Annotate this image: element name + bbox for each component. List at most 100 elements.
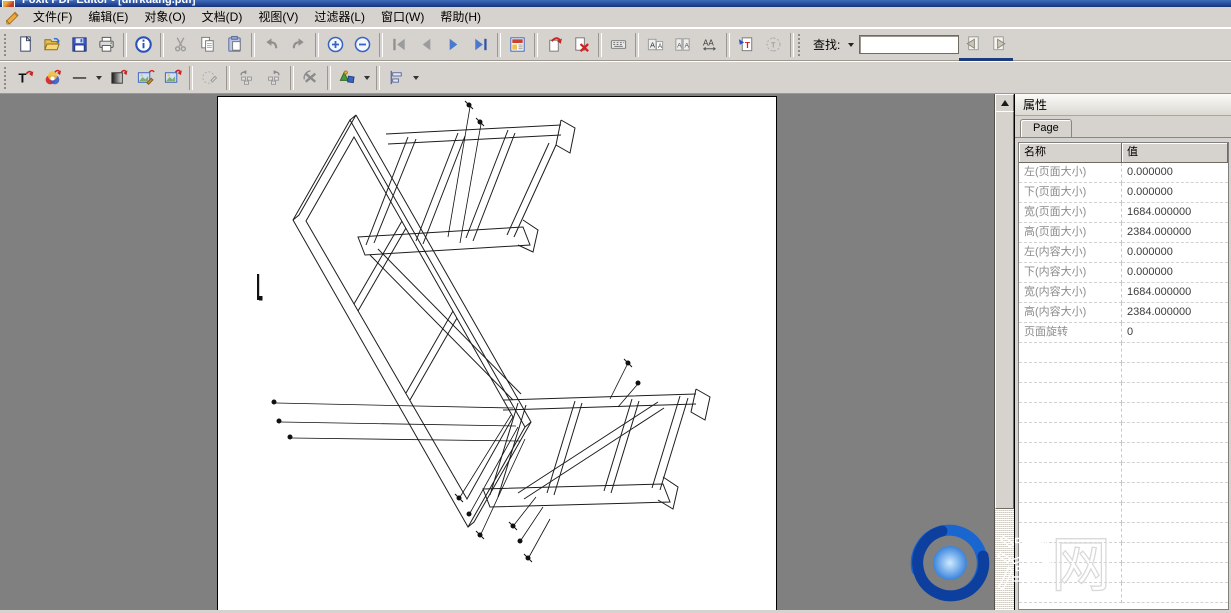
undo-button[interactable] <box>258 32 285 58</box>
menu-item-7[interactable]: 帮助(H) <box>432 8 489 26</box>
property-value[interactable]: 1684.000000 <box>1122 203 1228 223</box>
property-row-0[interactable]: 左(页面大小)0.000000 <box>1019 163 1228 183</box>
open-file-icon <box>43 35 62 54</box>
menu-item-5[interactable]: 过滤器(L) <box>306 8 373 26</box>
info-icon <box>134 35 153 54</box>
draw-line-icon <box>70 68 89 87</box>
draw-line-dropdown[interactable] <box>93 65 105 91</box>
menu-items: 文件(F)编辑(E)对象(O)文档(D)视图(V)过滤器(L)窗口(W)帮助(H… <box>25 8 489 26</box>
menu-item-3[interactable]: 文档(D) <box>194 8 251 26</box>
toolbar-grip[interactable] <box>4 34 9 56</box>
add-image-button[interactable] <box>159 65 186 91</box>
next-page-button[interactable] <box>440 32 467 58</box>
property-row-6[interactable]: 宽(内容大小)1684.000000 <box>1019 283 1228 303</box>
toolbar-grip[interactable] <box>798 34 803 56</box>
property-row-1[interactable]: 下(页面大小)0.000000 <box>1019 183 1228 203</box>
shapes-tool-button[interactable] <box>334 65 361 91</box>
cut-button[interactable] <box>167 32 194 58</box>
menu-item-1[interactable]: 编辑(E) <box>80 8 136 26</box>
property-row-empty <box>1019 503 1228 523</box>
property-row-7[interactable]: 高(内容大小)2384.000000 <box>1019 303 1228 323</box>
rotate-object-right-button[interactable] <box>260 65 287 91</box>
find-next-button[interactable] <box>986 29 1013 61</box>
menu-item-6[interactable]: 窗口(W) <box>373 8 432 26</box>
select-object-button[interactable] <box>196 65 223 91</box>
rotate-object-left-button[interactable] <box>233 65 260 91</box>
kern-pairs-button[interactable]: AA <box>669 32 696 58</box>
copy-button[interactable] <box>194 32 221 58</box>
zoom-in-button[interactable] <box>322 32 349 58</box>
property-value[interactable]: 1684.000000 <box>1122 283 1228 303</box>
align-tool-dropdown[interactable] <box>410 65 422 91</box>
char-spacing-button[interactable]: AA <box>696 32 723 58</box>
property-value[interactable]: 2384.000000 <box>1122 223 1228 243</box>
property-value[interactable]: 0.000000 <box>1122 163 1228 183</box>
property-row-3[interactable]: 高(页面大小)2384.000000 <box>1019 223 1228 243</box>
property-name: 下(页面大小) <box>1019 183 1122 203</box>
save-file-button[interactable] <box>66 32 93 58</box>
prev-page-button[interactable] <box>413 32 440 58</box>
redo-button[interactable] <box>285 32 312 58</box>
find-history-dropdown[interactable] <box>844 36 857 53</box>
add-color-button[interactable] <box>39 65 66 91</box>
property-value[interactable]: 0.000000 <box>1122 263 1228 283</box>
zoom-out-button[interactable] <box>349 32 376 58</box>
property-row-4[interactable]: 左(内容大小)0.000000 <box>1019 243 1228 263</box>
delete-object-button[interactable] <box>297 65 324 91</box>
add-text-button[interactable]: T <box>12 65 39 91</box>
page-layout-button[interactable] <box>504 32 531 58</box>
align-tool-button[interactable] <box>383 65 410 91</box>
draw-line-button[interactable] <box>66 65 93 91</box>
property-value[interactable]: 0.000000 <box>1122 243 1228 263</box>
vertical-scrollbar[interactable] <box>994 94 1014 610</box>
font-resize-button[interactable]: AA <box>642 32 669 58</box>
find-prev-button[interactable] <box>959 29 986 61</box>
print-button[interactable] <box>93 32 120 58</box>
menu-item-4[interactable]: 视图(V) <box>250 8 306 26</box>
property-value[interactable]: 2384.000000 <box>1122 303 1228 323</box>
paste-button[interactable] <box>221 32 248 58</box>
last-page-button[interactable] <box>467 32 494 58</box>
svg-text:T: T <box>771 40 776 49</box>
delete-page-button[interactable] <box>568 32 595 58</box>
property-value[interactable]: 0 <box>1122 323 1228 343</box>
property-value[interactable]: 0.000000 <box>1122 183 1228 203</box>
find-input[interactable] <box>859 35 959 54</box>
rotate-page-button[interactable] <box>541 32 568 58</box>
main-area: 属性 Page 名称 值 左(页面大小)0.000000下(页面大小)0.000… <box>0 94 1231 610</box>
keyboard-icon <box>609 35 628 54</box>
property-row-5[interactable]: 下(内容大小)0.000000 <box>1019 263 1228 283</box>
toolbar-separator <box>376 66 380 90</box>
property-name: 宽(页面大小) <box>1019 203 1122 223</box>
edit-image-button[interactable] <box>132 65 159 91</box>
svg-text:AA: AA <box>703 38 714 47</box>
add-shading-button[interactable] <box>105 65 132 91</box>
property-row-2[interactable]: 宽(页面大小)1684.000000 <box>1019 203 1228 223</box>
prev-page-icon <box>417 35 436 54</box>
properties-table-header: 名称 值 <box>1019 143 1228 163</box>
open-file-button[interactable] <box>39 32 66 58</box>
document-menu-icon[interactable] <box>3 9 22 26</box>
pdf-page[interactable] <box>218 97 776 610</box>
first-page-button[interactable] <box>386 32 413 58</box>
find-section: 查找: <box>811 35 959 54</box>
property-row-empty <box>1019 423 1228 443</box>
shapes-tool-dropdown[interactable] <box>361 65 373 91</box>
keyboard-button[interactable] <box>605 32 632 58</box>
window-title: Foxit PDF Editor - [unrkuang.pdf] <box>22 0 196 6</box>
toolbar-grip[interactable] <box>4 67 9 89</box>
text-orientation-icon: T <box>764 35 783 54</box>
new-file-button[interactable] <box>12 32 39 58</box>
menu-item-0[interactable]: 文件(F) <box>25 8 80 26</box>
column-header-name: 名称 <box>1019 143 1122 163</box>
rotate-object-left-icon <box>237 68 256 87</box>
info-button[interactable] <box>130 32 157 58</box>
insert-text-button[interactable]: T <box>733 32 760 58</box>
scrollbar-thumb[interactable] <box>995 111 1014 509</box>
text-orientation-button[interactable]: T <box>760 32 787 58</box>
menu-item-2[interactable]: 对象(O) <box>136 8 193 26</box>
tab-page[interactable]: Page <box>1020 119 1072 137</box>
property-name: 高(页面大小) <box>1019 223 1122 243</box>
property-row-8[interactable]: 页面旋转0 <box>1019 323 1228 343</box>
edit-image-icon <box>136 68 155 87</box>
